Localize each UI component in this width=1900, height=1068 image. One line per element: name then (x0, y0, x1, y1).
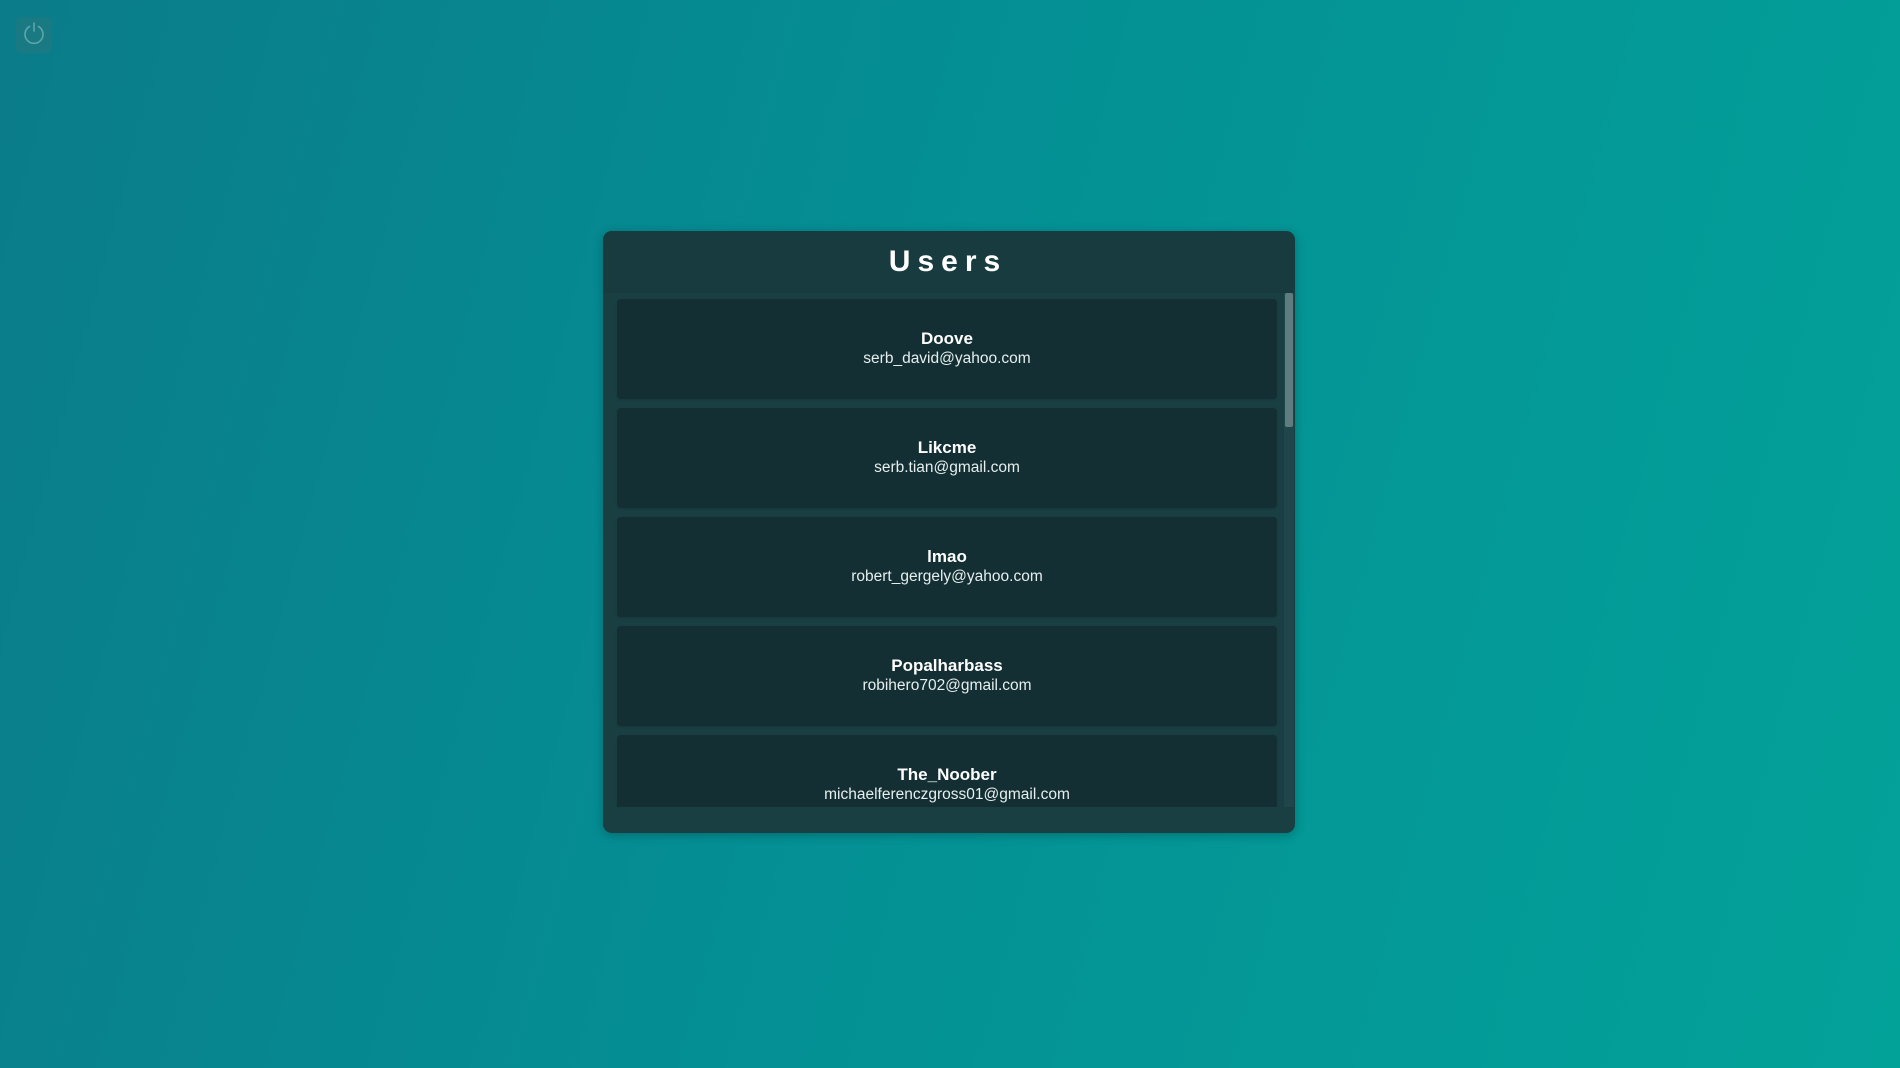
user-name: lmao (927, 547, 967, 566)
user-item[interactable]: The_Noober michaelferenczgross01@gmail.c… (617, 735, 1277, 807)
users-list[interactable]: Doove serb_david@yahoo.com Likcme serb.t… (603, 293, 1295, 807)
user-email: michaelferenczgross01@gmail.com (824, 786, 1070, 803)
power-icon (19, 18, 49, 53)
user-name: Likcme (917, 438, 977, 457)
scrollbar[interactable] (1284, 293, 1294, 807)
user-item[interactable]: lmao robert_gergely@yahoo.com (617, 517, 1277, 617)
user-name: The_Noober (897, 765, 997, 784)
panel-header: Users (603, 231, 1295, 293)
power-button[interactable] (16, 17, 52, 53)
user-name: Doove (921, 329, 973, 348)
user-email: robihero702@gmail.com (862, 677, 1032, 694)
user-email: serb_david@yahoo.com (863, 350, 1031, 367)
user-name: Popalharbass (891, 656, 1003, 675)
user-item[interactable]: Doove serb_david@yahoo.com (617, 299, 1277, 399)
user-email: robert_gergely@yahoo.com (851, 568, 1043, 585)
user-item[interactable]: Popalharbass robihero702@gmail.com (617, 626, 1277, 726)
panel-title: Users (888, 245, 1008, 278)
scrollbar-thumb[interactable] (1285, 293, 1293, 427)
users-panel: Users Doove serb_david@yahoo.com Likcme … (603, 231, 1295, 833)
user-item[interactable]: Likcme serb.tian@gmail.com (617, 408, 1277, 508)
user-email: serb.tian@gmail.com (874, 459, 1020, 476)
